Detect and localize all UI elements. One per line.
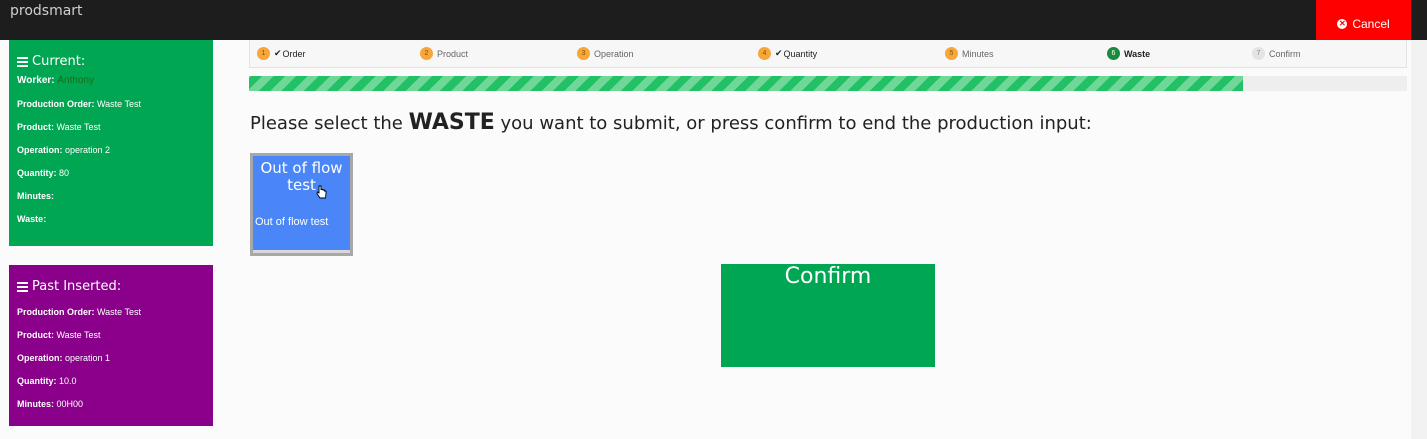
panel-field: Operation: operation 1 (17, 353, 111, 363)
current-panel: Current: Worker: Anthony Production Orde… (9, 40, 213, 246)
field-label: Quantity (17, 168, 54, 178)
check-icon: ✔ (274, 48, 282, 58)
prompt-keyword: WASTE (408, 110, 495, 135)
panel-field: Operation: operation 2 (17, 145, 111, 155)
step-label: Product (437, 48, 469, 59)
step-number: 4 (758, 47, 771, 60)
field-label: Quantity (17, 376, 54, 386)
step-label: Waste (1124, 48, 1151, 59)
panel-field: Product: Waste Test (17, 330, 101, 340)
worker-value: Anthony (57, 75, 95, 86)
field-label: Production Order (17, 99, 92, 109)
progress-bar (249, 76, 1407, 91)
field-label: Product (17, 122, 52, 132)
step-number: 3 (577, 47, 590, 60)
scrollbar[interactable] (1411, 40, 1427, 439)
confirm-label: Confirm (784, 264, 872, 289)
instruction-text: Please select the WASTE you want to subm… (250, 110, 1092, 135)
field-value: 80 (59, 168, 70, 178)
current-panel-header: Current: (17, 54, 205, 69)
past-panel: Past Inserted: Production Order: Waste T… (9, 265, 213, 426)
waste-option-out-of-flow-test[interactable]: Out of flow test Out of flow test (250, 153, 353, 256)
field-label: Waste (17, 214, 44, 224)
confirm-button[interactable]: Confirm (721, 264, 935, 367)
panel-field: Quantity: 80 (17, 168, 70, 178)
worker-field: Worker: Anthony (17, 75, 95, 86)
field-value: operation 2 (65, 145, 111, 155)
prompt-after: you want to submit, or press confirm to … (494, 113, 1092, 134)
panel-field: Production Order: Waste Test (17, 99, 142, 109)
step-label: Quantity (783, 48, 818, 59)
panel-field: Quantity: 10.0 (17, 376, 77, 386)
past-panel-header: Past Inserted: (17, 279, 205, 294)
step-minutes: 5 Minutes (945, 47, 994, 60)
field-label: Production Order (17, 307, 92, 317)
field-label: Operation (17, 353, 60, 363)
worker-label: Worker (17, 75, 52, 86)
panel-field: Minutes: 00H00 (17, 399, 84, 409)
field-label: Minutes (17, 191, 52, 201)
field-value: 00H00 (56, 399, 84, 409)
menu-icon (17, 280, 28, 294)
panel-field: Minutes: (17, 191, 55, 201)
field-value: operation 1 (65, 353, 111, 363)
cancel-label: Cancel (1352, 17, 1390, 31)
past-panel-title: Past Inserted: (32, 279, 122, 294)
step-number: 1 (257, 47, 270, 60)
step-waste: 6 Waste (1107, 47, 1150, 60)
panel-field: Product: Waste Test (17, 122, 101, 132)
progress-fill (249, 76, 1243, 91)
step-label: Minutes (962, 48, 994, 59)
waste-option-title: Out of flow test (260, 159, 343, 194)
field-value: Waste Test (56, 330, 101, 340)
cancel-button[interactable]: ✕ Cancel (1316, 0, 1411, 40)
field-value: Waste Test (97, 99, 142, 109)
step-number: 7 (1252, 47, 1265, 60)
panel-field: Waste: (17, 214, 47, 224)
hand-cursor-icon (316, 185, 327, 199)
waste-option-subtitle: Out of flow test (255, 216, 329, 228)
field-value: Waste Test (56, 122, 101, 132)
step-label: Confirm (1269, 48, 1301, 59)
step-number: 2 (420, 47, 433, 60)
step-number: 5 (945, 47, 958, 60)
step-number: 6 (1107, 47, 1120, 60)
menu-icon (17, 55, 28, 69)
step-indicator: 1 ✔ Order 2 Product 3 Operation 4 ✔ Quantity 5 Minu… (249, 40, 1407, 68)
field-label: Minutes (17, 399, 52, 409)
step-product: 2 Product (420, 47, 468, 60)
step-label: Order (282, 48, 306, 59)
panel-field: Production Order: Waste Test (17, 307, 142, 317)
close-icon: ✕ (1337, 19, 1348, 29)
step-quantity: 4 ✔ Quantity (758, 47, 817, 60)
field-label: Product (17, 330, 52, 340)
current-panel-title: Current: (32, 54, 86, 69)
top-bar: prodsmart ✕ Cancel (0, 0, 1427, 40)
field-value: Waste Test (97, 307, 142, 317)
prompt-before: Please select the (250, 113, 409, 134)
field-label: Operation (17, 145, 60, 155)
step-confirm: 7 Confirm (1252, 47, 1301, 60)
step-label: Operation (594, 48, 634, 59)
waste-option-face: Out of flow test Out of flow test (253, 156, 350, 250)
field-value: 10.0 (59, 376, 77, 386)
check-icon: ✔ (775, 48, 783, 58)
brand-logo: prodsmart (10, 3, 83, 19)
step-operation: 3 Operation (577, 47, 634, 60)
step-order: 1 ✔ Order (257, 47, 306, 60)
